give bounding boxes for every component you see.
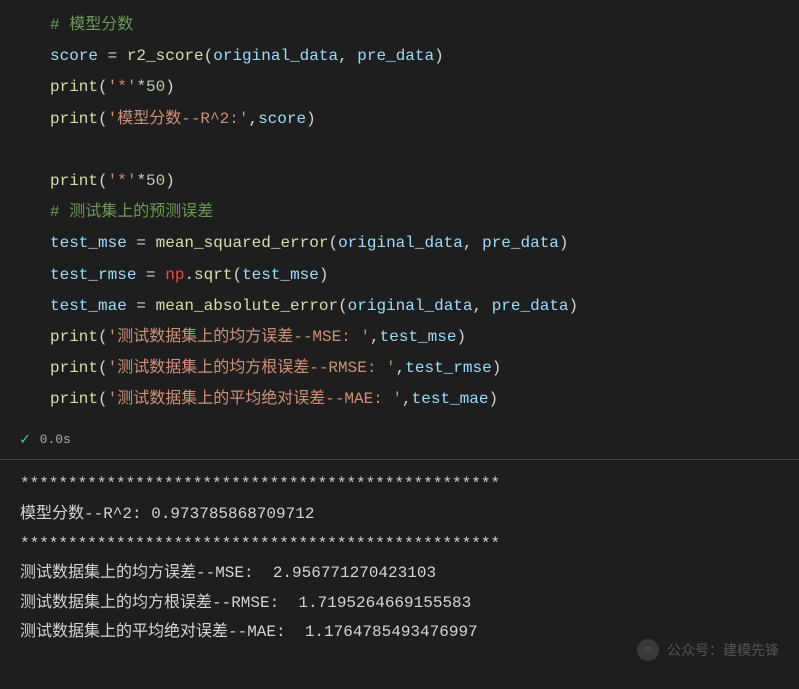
success-checkmark-icon: ✓ bbox=[20, 429, 30, 449]
watermark: ∞ 公众号：建模先锋 bbox=[637, 639, 779, 661]
output-line: 测试数据集上的均方误差--MSE: 2.956771270423103 bbox=[20, 559, 779, 589]
code-line: # 测试集上的预测误差 bbox=[0, 197, 799, 228]
code-line: test_rmse = np.sqrt(test_mse) bbox=[0, 260, 799, 291]
code-line bbox=[0, 135, 799, 166]
code-editor[interactable]: # 模型分数 score = r2_score(original_data, p… bbox=[0, 0, 799, 423]
code-line: test_mse = mean_squared_error(original_d… bbox=[0, 228, 799, 259]
output-panel: ****************************************… bbox=[0, 460, 799, 658]
code-line: print('测试数据集上的均方误差--MSE: ',test_mse) bbox=[0, 322, 799, 353]
code-line: # 模型分数 bbox=[0, 10, 799, 41]
code-line: test_mae = mean_absolute_error(original_… bbox=[0, 291, 799, 322]
execution-status-bar: ✓ 0.0s bbox=[0, 423, 799, 460]
output-line: 测试数据集上的均方根误差--RMSE: 1.7195264669155583 bbox=[20, 589, 779, 619]
code-line: print('*'*50) bbox=[0, 72, 799, 103]
watermark-icon: ∞ bbox=[637, 639, 659, 661]
code-line: print('*'*50) bbox=[0, 166, 799, 197]
code-line: print('测试数据集上的平均绝对误差--MAE: ',test_mae) bbox=[0, 384, 799, 415]
comment: # 模型分数 bbox=[50, 16, 133, 34]
code-line: print('模型分数--R^2:',score) bbox=[0, 104, 799, 135]
comment: # 测试集上的预测误差 bbox=[50, 203, 213, 221]
output-line: 模型分数--R^2: 0.973785868709712 bbox=[20, 500, 779, 530]
output-line: ****************************************… bbox=[20, 530, 779, 560]
execution-time: 0.0s bbox=[40, 432, 71, 447]
code-line: score = r2_score(original_data, pre_data… bbox=[0, 41, 799, 72]
output-line: ****************************************… bbox=[20, 470, 779, 500]
code-line: print('测试数据集上的均方根误差--RMSE: ',test_rmse) bbox=[0, 353, 799, 384]
watermark-text: 公众号：建模先锋 bbox=[667, 640, 779, 660]
